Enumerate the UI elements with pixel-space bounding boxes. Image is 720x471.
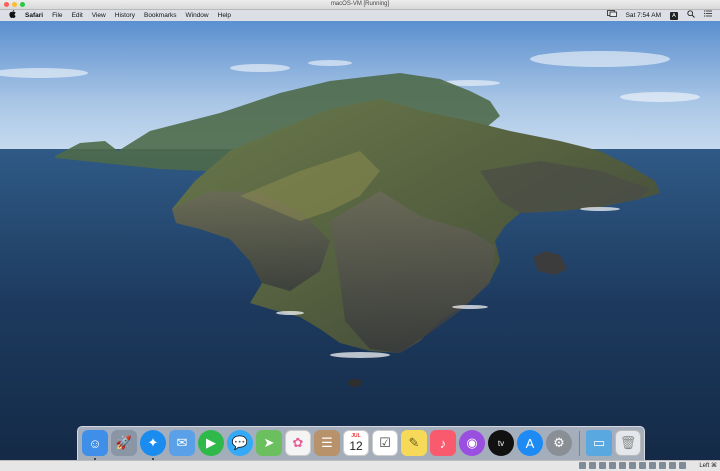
apple-icon[interactable]	[9, 9, 16, 22]
desktop-wallpaper	[0, 21, 720, 460]
small-rock	[348, 379, 362, 387]
menu-view[interactable]: View	[92, 10, 106, 21]
cpu-icon[interactable]	[659, 462, 666, 469]
tv-icon[interactable]: tv	[488, 430, 514, 456]
network-icon[interactable]	[609, 462, 616, 469]
launchpad-icon[interactable]: 🚀	[111, 430, 137, 456]
reminders-icon[interactable]: ☑	[372, 430, 398, 456]
window-title: macOS-VM [Running]	[330, 1, 390, 7]
audio-icon[interactable]	[599, 462, 606, 469]
dock-separator	[579, 431, 580, 456]
finder-icon[interactable]: ☺	[82, 430, 108, 456]
system-preferences-icon[interactable]: ⚙	[546, 430, 572, 456]
downloads-folder-icon[interactable]: ▭	[586, 430, 612, 456]
safari-icon[interactable]: ✦	[140, 430, 166, 456]
menu-history[interactable]: History	[115, 10, 135, 21]
menu-window[interactable]: Window	[186, 10, 209, 21]
menu-safari[interactable]: Safari	[25, 10, 43, 21]
music-icon[interactable]: ♪	[430, 430, 456, 456]
recording-icon[interactable]	[649, 462, 656, 469]
menu-edit[interactable]: Edit	[72, 10, 83, 21]
menu-help[interactable]: Help	[218, 10, 231, 21]
search-icon[interactable]	[687, 9, 695, 22]
menu-bookmarks[interactable]: Bookmarks	[144, 10, 177, 21]
trash-icon[interactable]: 🗑	[615, 430, 641, 456]
facetime-icon[interactable]: ▶	[198, 430, 224, 456]
display-icon[interactable]	[639, 462, 646, 469]
dock: ☺ 🚀 ✦ ✉ ▶ 💬 ➤ ✿ ☰ JUL 12 ☑ ✎ ♪ ◉ tv A ⚙ ▭ 🗑	[77, 426, 645, 463]
photos-icon[interactable]: ✿	[285, 430, 311, 456]
maps-icon[interactable]: ➤	[256, 430, 282, 456]
keyboard-icon[interactable]	[679, 462, 686, 469]
menu-bar: Safari File Edit View History Bookmarks …	[0, 9, 720, 22]
notes-icon[interactable]: ✎	[401, 430, 427, 456]
input-source-badge[interactable]: A	[670, 11, 678, 20]
app-store-icon[interactable]: A	[517, 430, 543, 456]
menubar-clock[interactable]: Sat 7:54 AM	[626, 10, 661, 21]
optical-drive-icon[interactable]	[589, 462, 596, 469]
control-center-icon[interactable]	[704, 10, 712, 21]
mail-icon[interactable]: ✉	[169, 430, 195, 456]
calendar-day: 12	[349, 439, 363, 453]
usb-icon[interactable]	[619, 462, 626, 469]
shared-folders-icon[interactable]	[629, 462, 636, 469]
podcasts-icon[interactable]: ◉	[459, 430, 485, 456]
mouse-integration-icon[interactable]	[669, 462, 676, 469]
menu-file[interactable]: File	[52, 10, 62, 21]
calendar-icon[interactable]: JUL 12	[343, 430, 369, 456]
window-title-bar: macOS-VM [Running]	[0, 0, 720, 10]
messages-icon[interactable]: 💬	[227, 430, 253, 456]
vm-status-bar: Left ⌘	[0, 460, 720, 471]
display-mirroring-icon[interactable]	[606, 10, 617, 21]
contacts-icon[interactable]: ☰	[314, 430, 340, 456]
hard-disk-icon[interactable]	[579, 462, 586, 469]
